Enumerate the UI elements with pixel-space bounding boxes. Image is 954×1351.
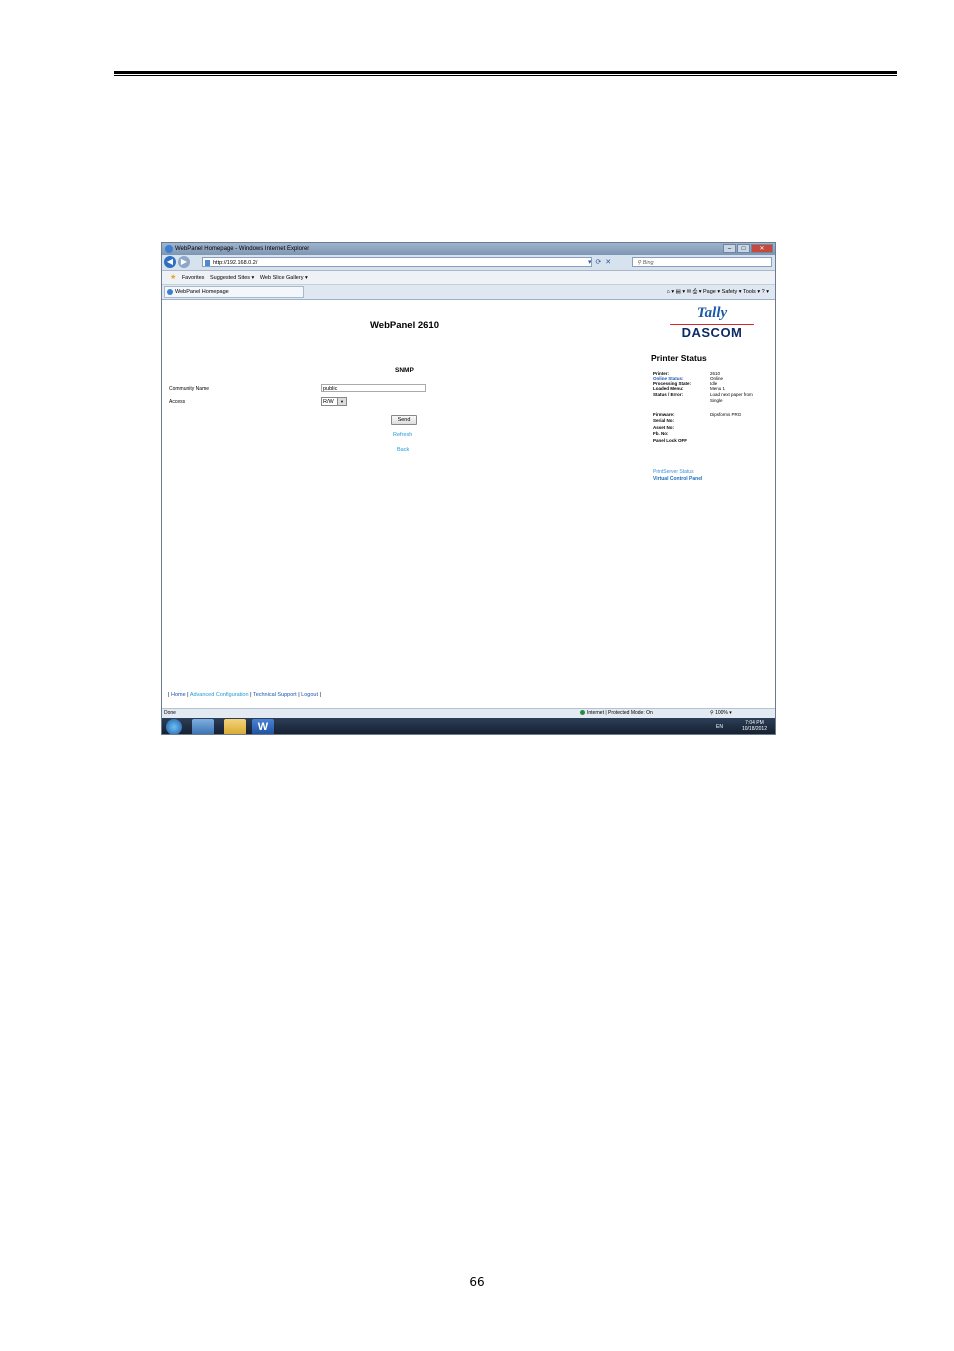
zoom-level[interactable]: ⚲ 100% ▾ [710,709,732,718]
address-bar: ◀ ▶ http://192.168.0.2/ ▾ ⟳ ✕ ⚲ Bing [162,255,775,271]
back-arrow-icon[interactable]: ◀ [164,256,176,268]
tab-webpanel[interactable]: WebPanel Homepage [164,286,304,298]
community-label: Community Name [169,386,210,392]
refresh-link[interactable]: Refresh [393,432,412,438]
refresh-stop-icons[interactable]: ▾ ⟳ ✕ [588,257,612,268]
page-number: 66 [469,1275,485,1289]
footer-support-link[interactable]: Technical Support [253,692,297,698]
menu-value: Menu 1 [710,386,726,391]
page-title: WebPanel 2610 [369,320,439,331]
header-rule-thick [114,71,897,74]
tab-bar: WebPanel Homepage ⌂ ▾ ▤ ▾ ✉ ⎙ ▾ Page ▾ S… [162,285,775,300]
zone-text: Internet | Protected Mode: On [587,710,653,716]
window-title: WebPanel Homepage - Windows Internet Exp… [175,246,310,252]
zoom-text: 100% [715,710,728,716]
tab-label: WebPanel Homepage [175,289,229,295]
search-input[interactable]: ⚲ Bing [632,257,772,267]
star-icon: ★ [170,274,177,281]
tools-menu[interactable]: Page ▾ Safety ▾ Tools ▾ [703,289,760,295]
send-button[interactable]: Send [391,415,417,425]
error-value-2: Single [710,398,723,403]
ie-icon [165,245,173,253]
footer-logout-link[interactable]: Logout [301,692,318,698]
asset-label: Asset No: [653,425,675,430]
footer-nav: | Home | Advanced Configuration | Techni… [168,692,321,698]
page-icon [205,260,210,266]
fb-label: Fb. No: [653,431,669,436]
language-indicator[interactable]: EN [716,724,723,730]
window-titlebar: WebPanel Homepage - Windows Internet Exp… [162,243,775,255]
footer-advanced-link[interactable]: Advanced Configuration [190,692,249,698]
url-field[interactable]: http://192.168.0.2/ [202,257,592,267]
access-value: R/W [323,399,334,405]
footer-home-link[interactable]: Home [171,692,186,698]
globe-icon [580,710,585,715]
tab-icon [167,289,173,295]
chevron-down-icon: ▼ [337,398,346,405]
webpanel-page: WebPanel 2610 SNMP Community Name public… [162,300,775,708]
browser-screenshot: WebPanel Homepage - Windows Internet Exp… [161,242,776,735]
status-done: Done [164,710,176,716]
home-icon: ⌂ [666,289,670,295]
forward-arrow-icon[interactable]: ▶ [178,256,190,268]
dascom-logo: DASCOM [681,325,743,340]
minimize-icon[interactable]: – [723,244,736,253]
word-taskbar-icon[interactable]: W [252,719,274,734]
window-controls: – □ ✕ [723,244,773,254]
command-bar[interactable]: ⌂ ▾ ▤ ▾ ✉ ⎙ ▾ Page ▾ Safety ▾ Tools ▾ ? … [666,285,769,299]
help-icon: ? [761,289,765,295]
firmware-value: Dipsforms PRG [710,412,742,417]
access-label: Access [169,399,186,405]
access-select[interactable]: R/W ▼ [321,397,347,406]
windows-taskbar: W EN 7:04 PM 10/18/2012 [162,718,775,734]
tally-logo: Tally [696,305,728,321]
url-text: http://192.168.0.2/ [213,260,258,266]
suggested-sites-link[interactable]: Suggested Sites ▾ [210,275,254,281]
virtual-control-panel-link[interactable]: Virtual Control Panel [653,476,702,482]
close-icon[interactable]: ✕ [751,244,773,253]
favorites-bar: ★ Favorites Suggested Sites ▾ Web Slice … [162,271,775,285]
serial-label: Serial No: [653,418,675,423]
clock[interactable]: 7:04 PM 10/18/2012 [742,720,767,732]
clock-date: 10/18/2012 [741,726,767,732]
favorites-button[interactable]: ★ Favorites [166,274,205,281]
security-zone: Internet | Protected Mode: On [580,709,653,718]
favorites-label: Favorites [181,275,205,281]
community-name-input[interactable]: public [321,384,426,392]
folder-taskbar-icon[interactable] [224,719,246,734]
printserver-status-link[interactable]: PrintServer Status [653,469,694,475]
browser-status-bar: Done Internet | Protected Mode: On ⚲ 100… [162,708,775,718]
header-rule-thin [114,75,897,76]
back-link[interactable]: Back [397,447,409,453]
search-placeholder: Bing [642,260,654,266]
panel-lock-label: Panel Lock OFF [653,438,688,443]
start-button-icon[interactable] [166,719,182,734]
error-label: Status / Error: [653,392,684,397]
ie-taskbar-icon[interactable] [192,719,214,734]
web-slice-link[interactable]: Web Slice Gallery ▾ [260,275,308,281]
error-value-1: Load next paper from [710,392,753,397]
maximize-icon[interactable]: □ [737,244,750,253]
firmware-label: Firmware: [653,412,675,417]
menu-label: Loaded Menu: [653,386,684,391]
section-title: SNMP [395,367,414,374]
printer-status-title: Printer Status [651,353,707,363]
